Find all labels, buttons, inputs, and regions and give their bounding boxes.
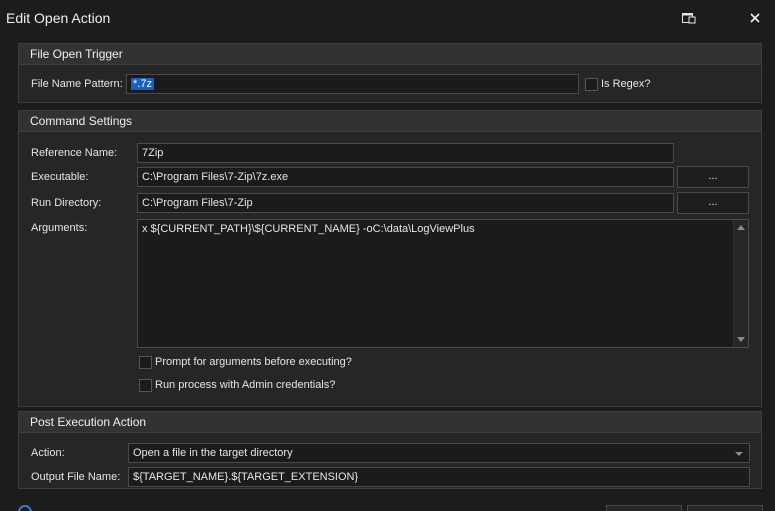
window-title: Edit Open Action <box>6 10 111 26</box>
arguments-text: x ${CURRENT_PATH}\${CURRENT_NAME} -oC:\d… <box>142 223 475 235</box>
executable-input[interactable]: C:\Program Files\7-Zip\7z.exe <box>137 167 674 187</box>
admin-credentials-label: Run process with Admin credentials? <box>155 379 336 391</box>
action-label: Action: <box>31 447 65 459</box>
command-settings-group: Command Settings Reference Name: 7Zip Ex… <box>18 110 762 407</box>
executable-browse-button[interactable]: ... <box>677 166 749 188</box>
executable-label: Executable: <box>31 171 89 183</box>
window-restore-icon <box>682 13 696 24</box>
chevron-down-icon <box>735 452 743 456</box>
help-icon[interactable] <box>18 505 32 511</box>
arguments-scrollbar[interactable] <box>733 220 748 347</box>
run-directory-browse-button[interactable]: ... <box>677 192 749 214</box>
scroll-down-icon[interactable] <box>737 337 745 342</box>
run-directory-label: Run Directory: <box>31 197 102 209</box>
file-name-pattern-label: File Name Pattern: <box>31 78 123 90</box>
group-header: Command Settings <box>19 111 761 132</box>
action-select-value: Open a file in the target directory <box>133 447 293 459</box>
output-file-name-label: Output File Name: <box>31 471 121 483</box>
action-select[interactable]: Open a file in the target directory <box>128 443 750 463</box>
admin-credentials-checkbox[interactable] <box>139 379 152 392</box>
prompt-arguments-checkbox[interactable] <box>139 356 152 369</box>
cancel-button[interactable] <box>687 505 763 511</box>
file-name-pattern-value: *.7z <box>131 78 154 90</box>
prompt-arguments-label: Prompt for arguments before executing? <box>155 356 352 368</box>
scroll-up-icon[interactable] <box>737 225 745 230</box>
group-header: File Open Trigger <box>19 44 761 65</box>
is-regex-label: Is Regex? <box>601 78 651 90</box>
close-button[interactable] <box>742 6 768 30</box>
ok-button[interactable] <box>606 505 682 511</box>
reference-name-label: Reference Name: <box>31 147 118 159</box>
is-regex-checkbox[interactable] <box>585 78 598 91</box>
file-open-trigger-group: File Open Trigger File Name Pattern: *.7… <box>18 43 762 103</box>
output-file-name-input[interactable]: ${TARGET_NAME}.${TARGET_EXTENSION} <box>128 467 750 487</box>
title-bar: Edit Open Action <box>0 0 775 38</box>
window-restore-button[interactable] <box>676 6 702 30</box>
arguments-textarea[interactable]: x ${CURRENT_PATH}\${CURRENT_NAME} -oC:\d… <box>137 219 749 348</box>
close-icon <box>750 13 760 23</box>
group-header: Post Execution Action <box>19 412 761 433</box>
run-directory-input[interactable]: C:\Program Files\7-Zip <box>137 193 674 213</box>
file-name-pattern-input[interactable]: *.7z <box>126 74 579 94</box>
reference-name-input[interactable]: 7Zip <box>137 143 674 163</box>
arguments-label: Arguments: <box>31 222 88 234</box>
post-execution-group: Post Execution Action Action: Open a fil… <box>18 411 762 489</box>
